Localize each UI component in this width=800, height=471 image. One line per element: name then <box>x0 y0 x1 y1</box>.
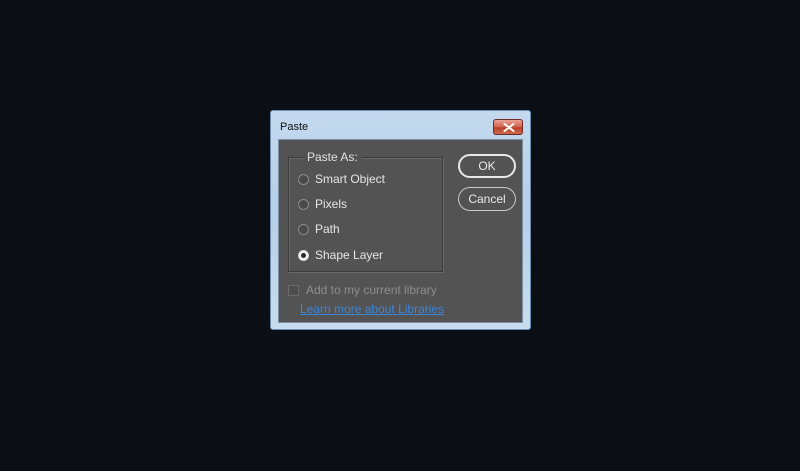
desktop-background: Paste Paste As: Smart Object Pixels Path <box>0 0 800 471</box>
radio-path[interactable]: Path <box>298 221 340 237</box>
close-icon <box>503 123 515 132</box>
radio-label: Pixels <box>315 197 348 211</box>
radio-button-selected[interactable] <box>298 249 309 261</box>
radio-pixels[interactable]: Pixels <box>298 196 347 212</box>
paste-dialog: Paste Paste As: Smart Object Pixels Path <box>270 110 531 330</box>
radio-shape-layer[interactable]: Shape Layer <box>298 247 383 263</box>
radio-label: Shape Layer <box>315 248 384 262</box>
dialog-title: Paste <box>280 121 309 133</box>
radio-button[interactable] <box>298 173 309 185</box>
radio-label: Path <box>315 222 340 236</box>
radio-label: Smart Object <box>315 172 386 186</box>
ok-button[interactable]: OK <box>458 154 516 178</box>
paste-as-legend: Paste As: <box>303 150 362 164</box>
learn-more-link[interactable]: Learn more about Libraries <box>300 302 444 316</box>
add-to-library-label: Add to my current library <box>306 283 437 297</box>
add-to-library-checkbox <box>288 284 299 296</box>
add-to-library-option: Add to my current library <box>288 283 437 297</box>
close-button[interactable] <box>493 119 523 135</box>
cancel-button[interactable]: Cancel <box>458 187 516 211</box>
title-bar[interactable]: Paste <box>271 111 530 137</box>
radio-smart-object[interactable]: Smart Object <box>298 171 385 187</box>
radio-button[interactable] <box>298 223 309 235</box>
radio-button[interactable] <box>298 198 309 210</box>
dialog-body: Paste As: Smart Object Pixels Path Shape… <box>278 139 523 323</box>
